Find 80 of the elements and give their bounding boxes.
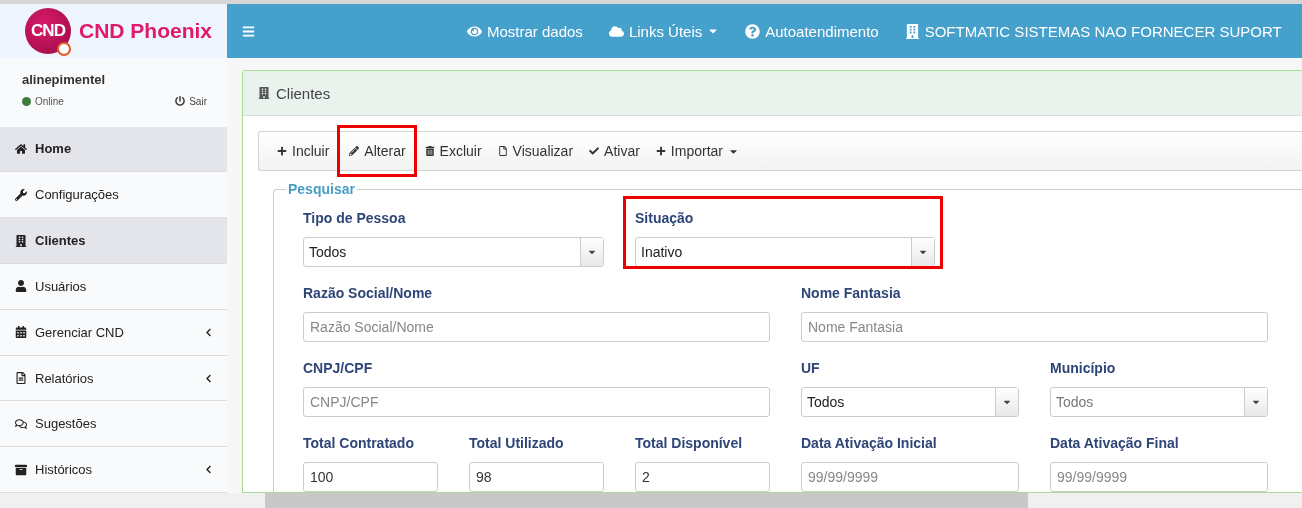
field-label: Data Ativação Final [1050,435,1180,451]
field-label: Razão Social/Nome [303,285,434,301]
input-field[interactable]: 98 [469,462,604,492]
sidebar-label: Históricos [35,462,94,478]
status-text: Online [35,95,64,107]
dropdown-button[interactable] [580,238,603,266]
input-field[interactable]: CNPJ/CPF [303,387,770,417]
pencil-icon [349,146,360,156]
archive-icon [15,463,27,476]
input-field[interactable]: Razão Social/Nome [303,312,770,342]
menu-icon[interactable] [242,24,255,38]
sidebar-item[interactable]: Históricos [0,447,227,494]
sidebar-label: Sugestões [35,416,98,432]
trash-icon [424,146,435,156]
chevron-icon [204,327,213,337]
field-label: Tipo de Pessoa [303,210,407,226]
power-icon [175,96,186,107]
field-label: UF [801,360,821,376]
plus-icon [655,146,666,156]
select-field[interactable]: Inativo [635,237,935,267]
document-icon [15,372,27,384]
sidebar-label: Relatórios [35,370,95,386]
toolbar-button[interactable]: Alterar [337,125,417,177]
field-label: CNPJ/CPF [303,360,374,376]
field-label: Situação [635,210,695,226]
building-icon [904,23,920,39]
panel-title: Clientes [276,84,331,102]
dropdown-button[interactable] [995,388,1018,416]
sidebar-label: Usuários [35,278,88,294]
building-icon [15,234,27,247]
logo-badge: CND [25,7,71,54]
user-name: alinepimentel [22,71,107,87]
home-icon [15,142,27,155]
sidebar-item[interactable]: Home [0,126,227,173]
chevron-icon [204,373,213,383]
sidebar-item[interactable]: Sugestões [0,401,227,448]
field-label: Total Utilizado [469,435,565,451]
sidebar-item[interactable]: Gerenciar CND [0,309,227,356]
user-icon [15,280,27,293]
toolbar-button[interactable]: Importar [647,139,747,163]
input-field[interactable]: 99/99/9999 [1050,462,1268,492]
toolbar-button[interactable]: Visualizar [489,139,582,163]
sidebar-label: Clientes [35,233,87,249]
chevron-icon [204,465,213,475]
wrench-icon [15,188,27,201]
calendar-icon [15,326,27,339]
select-field[interactable]: Todos [801,387,1019,417]
field-label: Nome Fantasia [801,285,902,301]
sidebar-item[interactable]: Relatórios [0,355,227,402]
building-icon [258,87,270,99]
input-field[interactable]: 100 [303,462,438,492]
toolbar-button[interactable]: Incluir [269,139,338,163]
scrollbar-thumb[interactable] [265,493,1028,508]
chat-icon [15,417,27,430]
input-field[interactable]: Nome Fantasia [801,312,1268,342]
toolbar-button[interactable]: Ativar [581,139,648,163]
input-field[interactable]: 99/99/9999 [801,462,1019,492]
app-name: CND Phoenix [79,18,212,43]
sidebar-label: Home [35,141,73,157]
sidebar-item[interactable]: Clientes [0,218,227,264]
logout-link[interactable]: Sair [175,95,207,107]
field-label: Total Disponível [635,435,744,451]
select-field[interactable]: Todos [303,237,604,267]
help-icon [745,23,761,39]
sidebar-item[interactable]: Usuários [0,263,227,310]
check-icon [589,146,600,156]
sidebar-label: Configurações [35,187,120,203]
plus-icon [277,146,287,156]
input-field[interactable]: 2 [635,462,770,492]
field-label: Data Ativação Inicial [801,435,938,451]
sidebar-label: Gerenciar CND [35,324,125,340]
fieldset-legend: Pesquisar [286,181,357,197]
toolbar-button[interactable]: Excluir [416,139,490,163]
scrollbar[interactable] [0,493,1302,508]
file-icon [497,146,508,156]
sidebar-item[interactable]: Configurações [0,172,227,219]
cloud-icon [608,23,624,39]
dropdown-button[interactable] [911,238,934,266]
field-label: Município [1050,360,1117,376]
field-label: Total Contratado [303,435,415,451]
